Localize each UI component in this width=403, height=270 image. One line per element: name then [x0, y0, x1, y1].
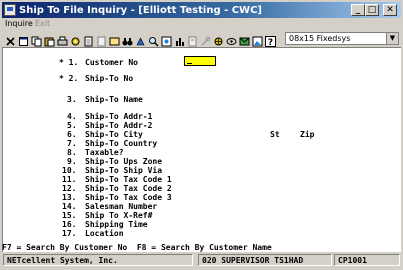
field-label-ups-zone: Ship-To Ups Zone	[85, 157, 163, 166]
field-prefix-11: 11.	[62, 175, 77, 184]
svg-text:?: ?	[268, 38, 273, 47]
close-button[interactable]: ✕	[383, 4, 397, 16]
image-icon[interactable]	[161, 32, 172, 47]
font-selector[interactable]: 08x15 Fixedsys ▼	[285, 32, 399, 45]
field-label-city: Ship-To City	[85, 130, 143, 139]
text-cursor	[187, 63, 192, 64]
field-label-ship-to-no: Ship-To No	[85, 74, 134, 83]
menu-inquire[interactable]: Inquire	[5, 19, 33, 28]
field-prefix-16: 16.	[62, 220, 77, 229]
field-label-st: St	[270, 130, 280, 139]
field-prefix-6: 6.	[67, 130, 77, 139]
field-label-tax-code-2: Ship-To Tax Code 2	[85, 184, 172, 193]
field-label-customer-no: Customer No	[85, 58, 138, 67]
terminal-screen: * 1. Customer No * 2. Ship-To No 3. Ship…	[2, 47, 401, 252]
field-prefix-10: 10.	[62, 166, 77, 175]
customer-no-input[interactable]	[184, 56, 216, 66]
field-prefix-7: 7.	[67, 139, 77, 148]
status-user: 020 SUPERVISOR TS1HAD	[198, 254, 332, 266]
field-prefix-13: 13.	[62, 193, 77, 202]
chart-icon[interactable]	[174, 32, 185, 46]
search-icon[interactable]	[135, 32, 146, 46]
menu-bar: Inquire Exit	[2, 19, 401, 30]
field-prefix-8: 8.	[67, 148, 77, 157]
function-key-help: F7 = Search By Customer No F8 = Search B…	[2, 243, 272, 252]
field-label-salesman: Salesman Number	[85, 202, 158, 211]
app-window: Ship To File Inquiry - [Elliott Testing …	[0, 0, 403, 270]
maximize-button[interactable]: □	[365, 4, 379, 16]
binoculars-icon[interactable]	[122, 32, 133, 46]
mail-icon[interactable]	[239, 32, 250, 46]
status-company: NETcellent System, Inc.	[3, 254, 193, 266]
find-icon[interactable]	[109, 32, 120, 46]
field-prefix-17: 17.	[62, 229, 77, 238]
chevron-down-icon[interactable]: ▼	[386, 33, 398, 44]
document-icon[interactable]	[83, 32, 94, 47]
field-label-location: Location	[85, 229, 124, 238]
field-prefix-9: 9.	[67, 157, 77, 166]
paste-icon[interactable]	[44, 32, 55, 47]
field-prefix-12: 12.	[62, 184, 77, 193]
field-prefix-5: 5.	[67, 121, 77, 130]
field-label-ship-via: Ship-To Ship Via	[85, 166, 163, 175]
field-label-shipping-time: Shipping Time	[85, 220, 148, 229]
phone-icon[interactable]	[187, 32, 198, 47]
link-icon[interactable]	[226, 32, 237, 45]
zoom-icon[interactable]	[148, 32, 159, 47]
field-label-tax-code-1: Ship-To Tax Code 1	[85, 175, 172, 184]
field-label-addr-1: Ship-To Addr-1	[85, 112, 153, 121]
field-prefix-3: 3.	[67, 95, 77, 104]
field-label-ship-to-name: Ship-To Name	[85, 95, 143, 104]
field-prefix-1: * 1.	[59, 58, 79, 67]
window-title: Ship To File Inquiry - [Elliott Testing …	[19, 4, 262, 16]
field-prefix-2: * 2.	[59, 74, 79, 83]
field-label-tax-code-3: Ship-To Tax Code 3	[85, 193, 172, 202]
menu-exit[interactable]: Exit	[35, 19, 50, 28]
minimize-button[interactable]: _	[351, 4, 365, 16]
settings-icon[interactable]	[70, 32, 81, 46]
file-icon[interactable]	[96, 32, 107, 47]
copy-icon[interactable]	[31, 32, 42, 47]
tools-icon[interactable]	[213, 32, 224, 46]
close-icon[interactable]	[5, 32, 16, 46]
app-icon	[4, 4, 16, 16]
print-icon[interactable]	[57, 32, 68, 46]
image2-icon[interactable]	[252, 32, 263, 47]
field-label-addr-2: Ship-To Addr-2	[85, 121, 153, 130]
field-prefix-14: 14.	[62, 202, 77, 211]
field-label-xref: Ship To X-Ref#	[85, 211, 153, 220]
status-program: CP1001	[334, 254, 400, 266]
key-icon[interactable]	[200, 32, 211, 46]
field-label-zip: Zip	[300, 130, 315, 139]
restore-icon[interactable]	[18, 32, 29, 46]
title-bar: Ship To File Inquiry - [Elliott Testing …	[2, 2, 401, 18]
help-icon[interactable]: ?	[265, 32, 276, 48]
field-label-taxable: Taxable?	[85, 148, 124, 157]
font-selector-value: 08x15 Fixedsys	[289, 34, 351, 43]
toolbar: ? 08x15 Fixedsys ▼	[2, 31, 401, 48]
field-prefix-15: 15.	[62, 211, 77, 220]
field-label-country: Ship-To Country	[85, 139, 158, 148]
field-prefix-4: 4.	[67, 112, 77, 121]
status-bar: NETcellent System, Inc. 020 SUPERVISOR T…	[2, 253, 401, 268]
